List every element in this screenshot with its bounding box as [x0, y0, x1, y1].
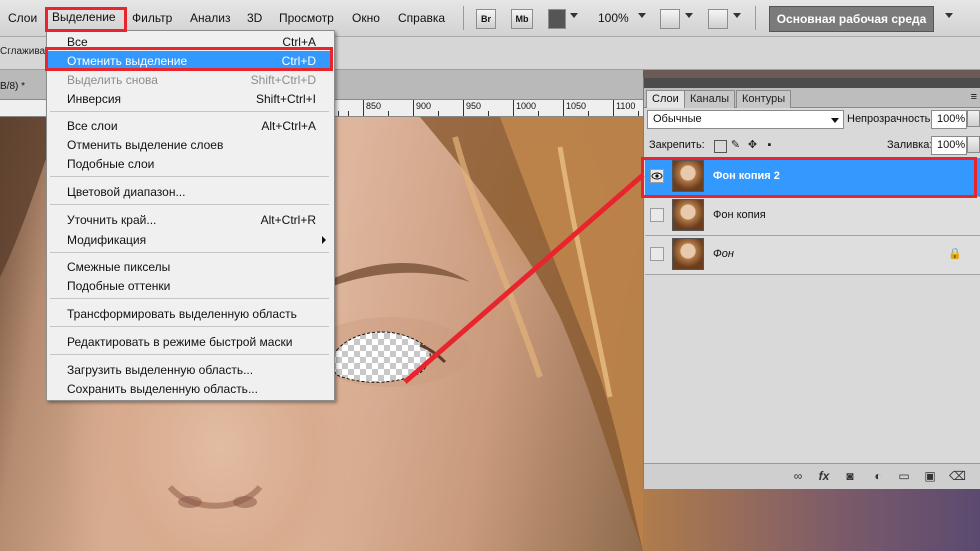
annotation-arrow: [403, 173, 645, 384]
